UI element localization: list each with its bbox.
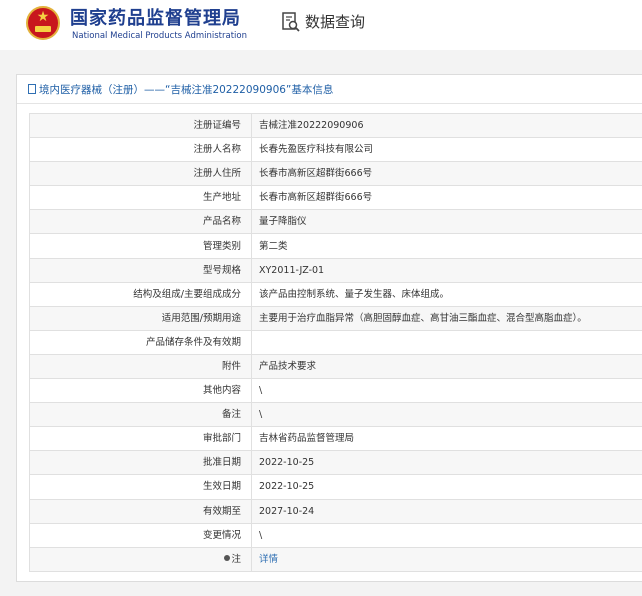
table-row: 结构及组成/主要组成成分 该产品由控制系统、量子发生器、床体组成。 [29,281,642,307]
details-link[interactable]: 详情 [259,554,278,565]
field-label: 注册人名称 [29,137,252,163]
field-label: 注册证编号 [29,112,252,139]
field-label: 结构及组成/主要组成成分 [29,281,252,307]
note-label-cell: 注 [29,546,252,572]
field-label: 变更情况 [29,522,252,548]
table-row: 产品储存条件及有效期 [29,329,642,355]
table-row: 管理类别 第二类 [29,233,642,259]
field-value: 长春先盈医疗科技有限公司 [251,137,642,163]
field-value: 主要用于治疗血脂异常（高胆固醇血症、高甘油三酯血症、混合型高脂血症）。 [251,305,642,331]
document-icon [28,84,36,94]
info-panel: 境内医疗器械（注册）——“吉械注准20222090906”基本信息 注册证编号吉… [16,74,642,582]
field-label: 批准日期 [29,450,252,476]
data-query-icon [282,12,300,32]
field-value: 量子降脂仪 [251,209,642,235]
table-row: 型号规格 XY2011-JZ-01 [29,257,642,283]
national-emblem-icon: ★ [26,6,60,40]
table-row: 注册人名称 长春先盈医疗科技有限公司 [29,137,642,163]
panel-title: 境内医疗器械（注册）——“吉械注准20222090906”基本信息 [39,84,334,96]
field-label: 适用范围/预期用途 [29,305,252,331]
field-label: 型号规格 [29,257,252,283]
table-row: 批准日期 2022-10-25 [29,450,642,476]
field-value: 长春市高新区超群街666号 [251,185,642,211]
table-row: 生效日期 2022-10-25 [29,474,642,500]
table-row: 其他内容 \ [29,378,642,404]
table-row-note: 注 详情 [29,546,642,572]
field-value: \ [251,402,642,428]
field-label: 管理类别 [29,233,252,259]
field-value: 吉林省药品监督管理局 [251,426,642,452]
field-value: 产品技术要求 [251,353,642,380]
field-label: 生效日期 [29,474,252,500]
field-label: 有效期至 [29,498,252,524]
field-value: 2022-10-25 [251,450,642,476]
table-row: 附件 产品技术要求 [29,353,642,380]
data-query-title[interactable]: 数据查询 [305,11,365,32]
field-value: \ [251,378,642,404]
field-value: 长春市高新区超群街666号 [251,161,642,187]
field-label: 产品储存条件及有效期 [29,329,252,355]
table-row: 适用范围/预期用途 主要用于治疗血脂异常（高胆固醇血症、高甘油三酯血症、混合型高脂… [29,305,642,331]
table-row: 备注 \ [29,402,642,428]
field-value: \ [251,522,642,548]
field-value: 吉械注准20222090906 [251,112,642,139]
bullet-icon [224,554,231,561]
field-value: 2027-10-24 [251,498,642,524]
site-header: ★ 国家药品监督管理局 National Medical Products Ad… [0,0,642,50]
field-label: 审批部门 [29,426,252,452]
field-label: 备注 [29,402,252,428]
note-label: 注 [231,553,241,565]
field-value: 该产品由控制系统、量子发生器、床体组成。 [251,281,642,307]
org-name-cn: 国家药品监督管理局 [70,8,241,29]
field-value [251,329,642,355]
field-label: 生产地址 [29,185,252,211]
table-row: 产品名称 量子降脂仪 [29,209,642,235]
table-row: 审批部门 吉林省药品监督管理局 [29,426,642,452]
field-label: 注册人住所 [29,161,252,187]
field-label: 附件 [29,353,252,380]
table-row: 注册人住所 长春市高新区超群街666号 [29,161,642,187]
note-value-cell: 详情 [251,546,642,572]
basic-info-table: 注册证编号 吉械注准20222090906 注册人名称 长春先盈医疗科技有限公司 注册人… [29,112,642,572]
table-row: 注册证编号 吉械注准20222090906 [29,112,642,139]
field-value: 第二类 [251,233,642,259]
field-label: 其他内容 [29,378,252,404]
table-row: 生产地址 长春市高新区超群街666号 [29,185,642,211]
field-label: 产品名称 [29,209,252,235]
table-row: 有效期至 2027-10-24 [29,498,642,524]
table-row: 变更情况 \ [29,522,642,548]
field-value: XY2011-JZ-01 [251,257,642,283]
org-name-en: National Medical Products Administration [72,31,247,41]
panel-title-bar: 境内医疗器械（注册）——“吉械注准20222090906”基本信息 [17,75,642,104]
field-value: 2022-10-25 [251,474,642,500]
